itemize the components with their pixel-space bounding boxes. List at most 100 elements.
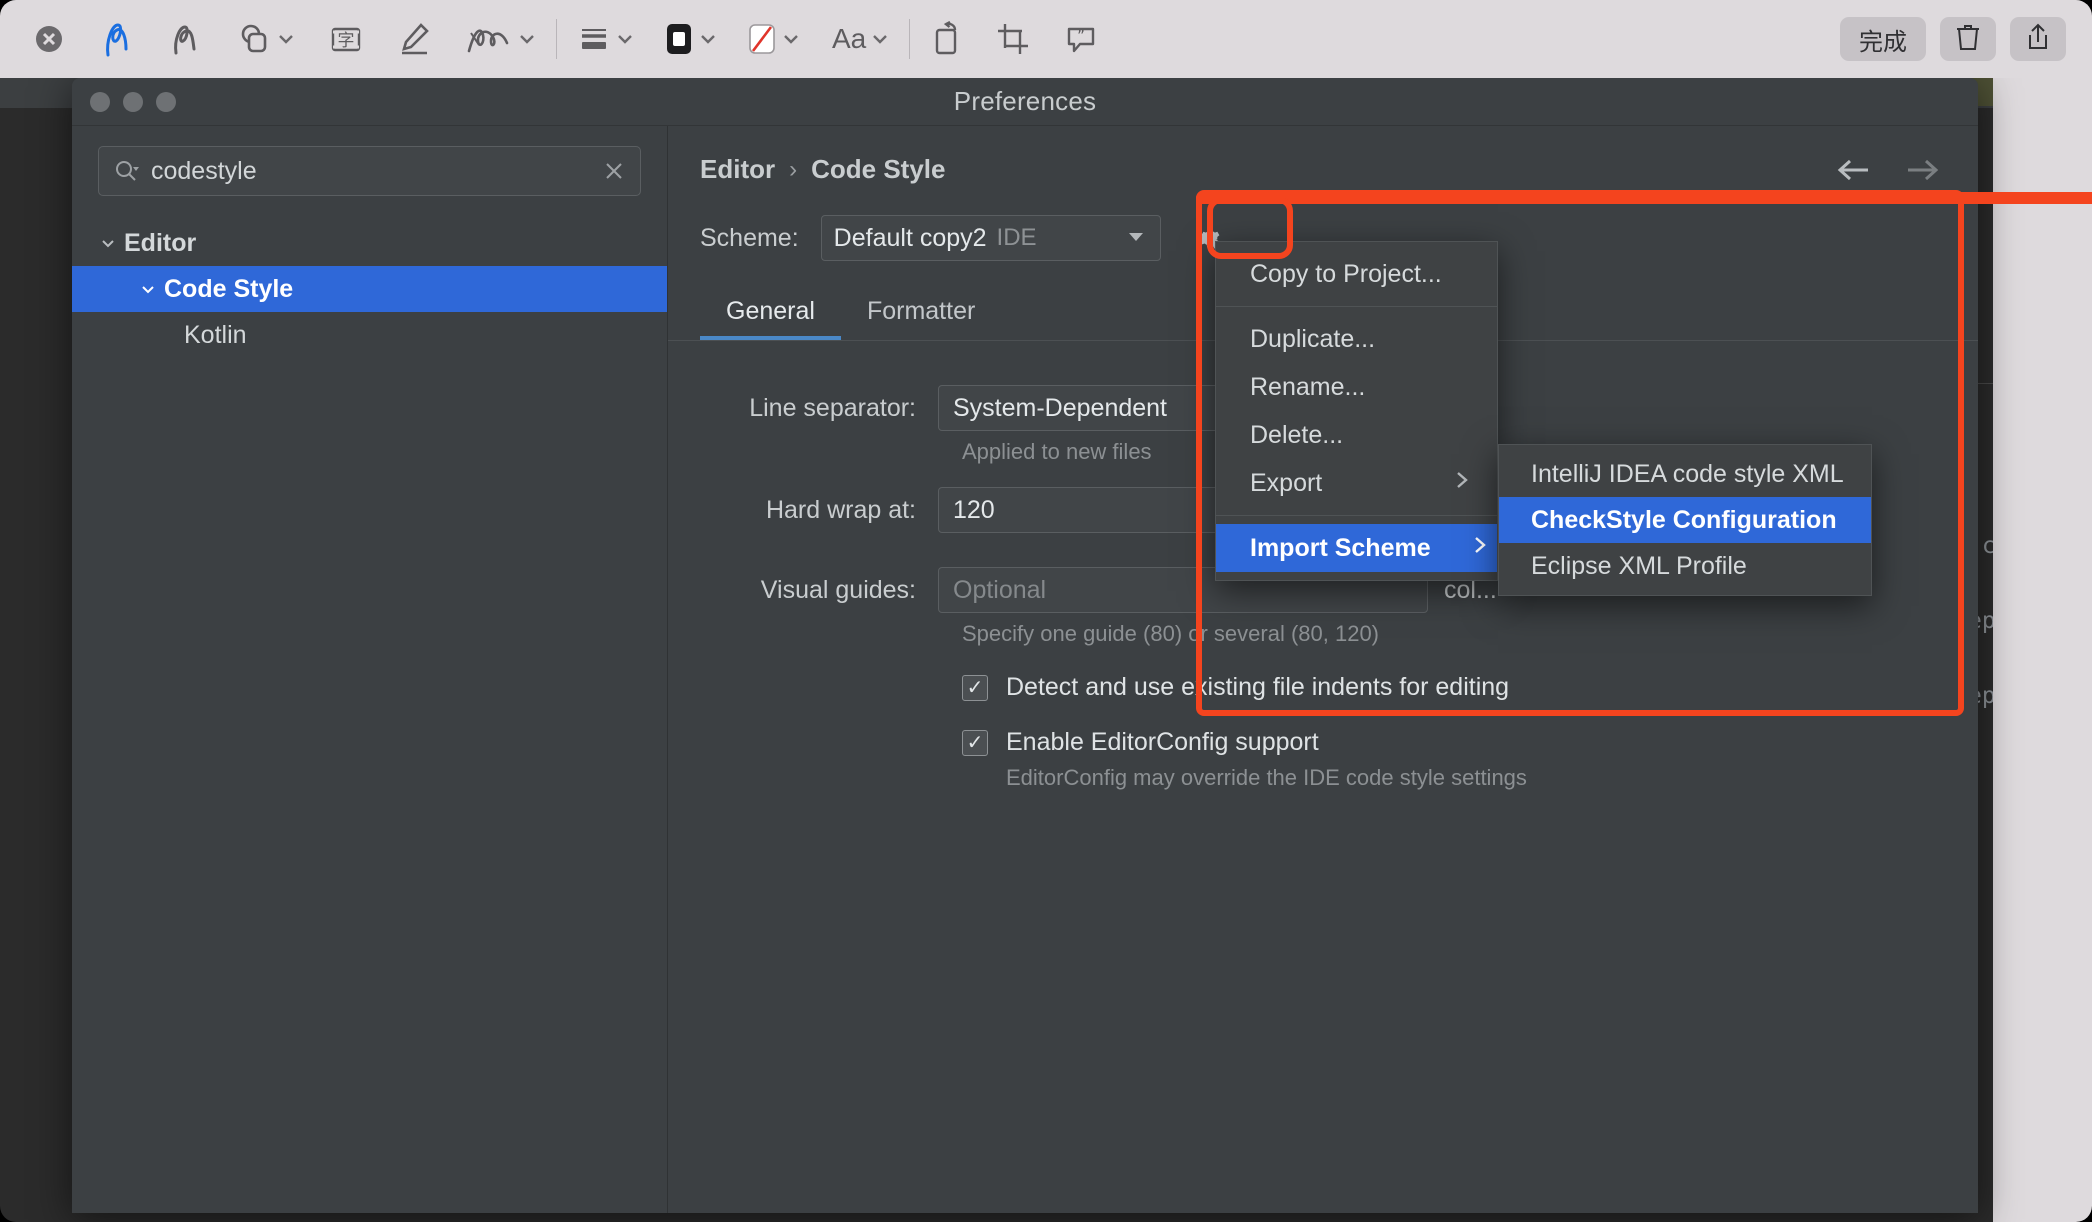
breadcrumb-parent[interactable]: Editor bbox=[700, 154, 775, 185]
svg-text:”: ” bbox=[1077, 27, 1085, 45]
menu-item-label: Duplicate... bbox=[1250, 324, 1376, 353]
trash-icon bbox=[1955, 22, 1981, 57]
menu-item-copy-to-project[interactable]: Copy to Project... bbox=[1216, 250, 1497, 298]
sidebar-item-label: Editor bbox=[124, 228, 197, 257]
desktop-right-edge bbox=[1993, 78, 2092, 1222]
settings-tree: Editor Code Style Kotlin bbox=[72, 210, 667, 358]
shape-style-icon[interactable] bbox=[571, 13, 640, 65]
forward-arrow-icon[interactable] bbox=[1902, 156, 1942, 189]
delete-button[interactable] bbox=[1940, 17, 1996, 61]
settings-sidebar: codestyle Editor Code Style Kotlin bbox=[72, 126, 668, 1213]
breadcrumb-separator-icon: › bbox=[789, 155, 798, 183]
menu-item-label: Export bbox=[1250, 468, 1323, 497]
menu-item-delete[interactable]: Delete... bbox=[1216, 411, 1497, 459]
menu-item-label: IntelliJ IDEA code style XML bbox=[1531, 459, 1844, 488]
menu-item-label: CheckStyle Configuration bbox=[1531, 505, 1837, 534]
done-button[interactable]: 完成 bbox=[1840, 17, 1926, 61]
line-separator-value: System-Dependent bbox=[953, 393, 1168, 422]
submenu-item-intellij-xml[interactable]: IntelliJ IDEA code style XML bbox=[1499, 451, 1871, 497]
visual-guides-label: Visual guides: bbox=[760, 575, 916, 604]
border-color-icon[interactable] bbox=[658, 13, 723, 65]
chevron-down-icon[interactable] bbox=[616, 33, 634, 45]
menu-item-label: Rename... bbox=[1250, 372, 1366, 401]
import-scheme-submenu: IntelliJ IDEA code style XML CheckStyle … bbox=[1498, 444, 1872, 596]
done-label: 完成 bbox=[1859, 28, 1907, 56]
hard-wrap-value: 120 bbox=[953, 495, 995, 524]
menu-item-label: Import Scheme bbox=[1250, 533, 1431, 562]
sidebar-item-label: Code Style bbox=[164, 274, 294, 303]
sidebar-item-kotlin[interactable]: Kotlin bbox=[72, 312, 667, 358]
scheme-dropdown[interactable]: Default copy2 IDE bbox=[820, 215, 1161, 261]
text-style-label: Aa bbox=[832, 23, 867, 54]
svg-text:字: 字 bbox=[338, 31, 355, 51]
menu-separator bbox=[1216, 306, 1497, 307]
toolbar-divider bbox=[909, 19, 911, 59]
fill-color-icon[interactable] bbox=[741, 13, 806, 65]
chevron-down-icon[interactable] bbox=[518, 33, 536, 45]
crop-icon[interactable] bbox=[990, 13, 1036, 65]
menu-item-duplicate[interactable]: Duplicate... bbox=[1216, 315, 1497, 363]
signature-tool-icon[interactable] bbox=[459, 13, 542, 65]
toolbar-divider bbox=[556, 19, 557, 59]
preferences-dialog: Preferences codestyle Editor Code Style … bbox=[72, 78, 1978, 1213]
highlight-tool-icon[interactable] bbox=[391, 13, 437, 65]
editorconfig-checkbox[interactable]: ✓ bbox=[962, 729, 988, 756]
chevron-down-icon[interactable] bbox=[138, 279, 164, 299]
editorconfig-label: Enable EditorConfig support bbox=[1006, 728, 1319, 756]
detect-indents-label: Detect and use existing file indents for… bbox=[1006, 673, 1510, 701]
tab-label: Formatter bbox=[866, 297, 976, 325]
screenshot-root: s .ce epT epT Preferences bbox=[0, 0, 2092, 1222]
sidebar-item-editor[interactable]: Editor bbox=[72, 220, 667, 266]
visual-guides-placeholder: Optional bbox=[953, 575, 1047, 604]
search-input[interactable]: codestyle bbox=[98, 146, 641, 196]
menu-item-rename[interactable]: Rename... bbox=[1216, 363, 1497, 411]
chevron-down-icon[interactable] bbox=[98, 233, 124, 253]
chevron-down-icon[interactable] bbox=[871, 33, 889, 45]
scheme-context-menu: Copy to Project... Duplicate... Rename..… bbox=[1215, 241, 1498, 581]
sidebar-item-code-style[interactable]: Code Style bbox=[72, 266, 667, 312]
shapes-tool-icon[interactable] bbox=[232, 13, 301, 65]
clear-search-icon[interactable] bbox=[602, 159, 626, 183]
tab-formatter[interactable]: Formatter bbox=[841, 297, 1001, 340]
text-style-icon[interactable]: Aa bbox=[826, 13, 895, 65]
breadcrumb: Editor › Code Style bbox=[668, 126, 1978, 185]
menu-item-label: Copy to Project... bbox=[1250, 259, 1442, 288]
line-separator-label: Line separator: bbox=[749, 393, 916, 422]
scheme-value: Default copy2 bbox=[833, 223, 987, 252]
menu-item-export[interactable]: Export bbox=[1216, 459, 1497, 507]
tab-label: General bbox=[726, 297, 815, 325]
back-arrow-icon[interactable] bbox=[1834, 156, 1874, 189]
chevron-down-icon[interactable] bbox=[699, 33, 717, 45]
submenu-item-checkstyle[interactable]: CheckStyle Configuration bbox=[1499, 497, 1871, 543]
scheme-qualifier: IDE bbox=[996, 224, 1037, 251]
navigation-arrows bbox=[1834, 156, 1942, 189]
chevron-down-icon[interactable] bbox=[277, 33, 295, 45]
text-tool-icon[interactable]: 字 bbox=[323, 13, 369, 65]
editorconfig-checkbox-row[interactable]: ✓ Enable EditorConfig support bbox=[668, 728, 1978, 757]
search-input-value: codestyle bbox=[151, 156, 257, 185]
menu-item-import-scheme[interactable]: Import Scheme bbox=[1216, 524, 1497, 572]
menu-separator bbox=[1216, 515, 1497, 516]
annotate-icon[interactable]: ” bbox=[1058, 13, 1104, 65]
share-icon bbox=[2025, 22, 2051, 57]
sidebar-item-label: Kotlin bbox=[184, 320, 247, 349]
draw-tool-icon[interactable] bbox=[162, 13, 210, 65]
tab-general[interactable]: General bbox=[700, 297, 841, 340]
visual-guides-hint: Specify one guide (80) or several (80, 1… bbox=[962, 621, 1380, 646]
detect-indents-checkbox[interactable]: ✓ bbox=[962, 674, 988, 701]
detect-indents-checkbox-row[interactable]: ✓ Detect and use existing file indents f… bbox=[668, 673, 1978, 702]
dialog-title: Preferences bbox=[953, 86, 1097, 116]
menu-item-label: Eclipse XML Profile bbox=[1531, 551, 1747, 580]
menu-item-label: Delete... bbox=[1250, 420, 1344, 449]
chevron-down-icon[interactable] bbox=[782, 33, 800, 45]
sketch-tool-icon[interactable] bbox=[94, 13, 142, 65]
chevron-right-icon bbox=[1413, 469, 1471, 498]
markup-toolbar: 字 Aa ” 完成 bbox=[0, 0, 2092, 78]
rotate-icon[interactable] bbox=[924, 13, 968, 65]
editorconfig-hint: EditorConfig may override the IDE code s… bbox=[1006, 765, 1527, 790]
search-icon bbox=[113, 158, 139, 184]
submenu-item-eclipse-xml[interactable]: Eclipse XML Profile bbox=[1499, 543, 1871, 589]
scheme-label: Scheme: bbox=[700, 223, 799, 252]
close-markup-icon[interactable] bbox=[26, 13, 72, 65]
share-button[interactable] bbox=[2010, 17, 2066, 61]
